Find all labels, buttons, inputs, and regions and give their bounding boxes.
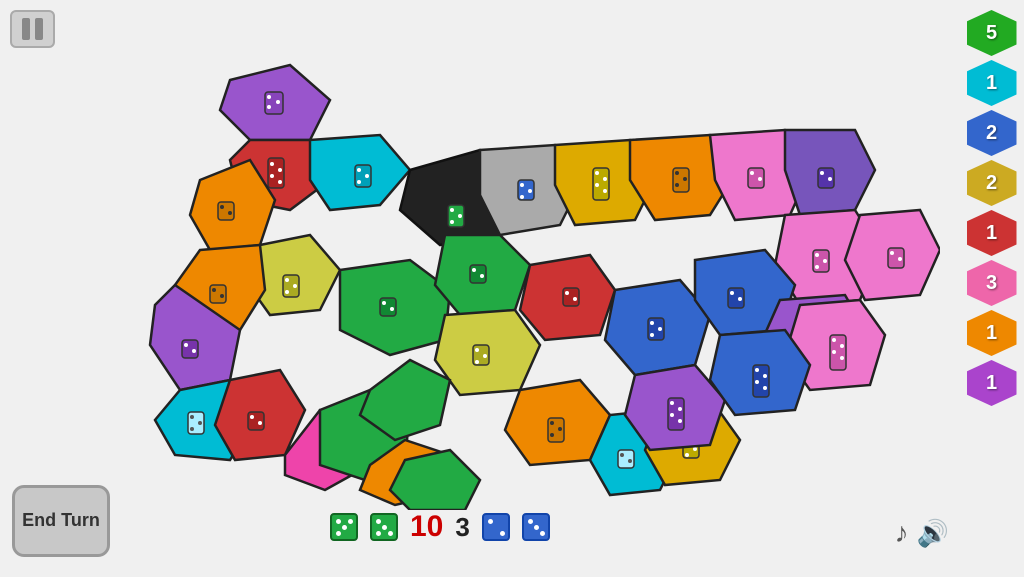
player-score-4: 2 xyxy=(967,160,1017,206)
end-turn-label: End Turn xyxy=(22,510,100,532)
blue-dice-2 xyxy=(522,513,550,541)
player-score-1: 5 xyxy=(967,10,1017,56)
player-score-3: 2 xyxy=(967,110,1017,156)
separator-count: 3 xyxy=(455,512,469,543)
sound-controls[interactable]: ♪ 🔊 xyxy=(895,517,949,549)
player-score-8: 1 xyxy=(967,360,1017,406)
sound-icon[interactable]: 🔊 xyxy=(917,518,949,549)
green-dice-2 xyxy=(370,513,398,541)
end-turn-button[interactable]: End Turn xyxy=(12,485,110,557)
green-dice-1 xyxy=(330,513,358,541)
blue-dice-1 xyxy=(482,513,510,541)
player-score-2: 1 xyxy=(967,60,1017,106)
pause-bar-right xyxy=(35,18,43,40)
green-score: 10 xyxy=(410,510,443,544)
status-bar: 10 3 xyxy=(330,497,904,557)
player-score-6: 3 xyxy=(967,260,1017,306)
player-score-7: 1 xyxy=(967,310,1017,356)
game-board xyxy=(100,50,940,510)
player-score-5: 1 xyxy=(967,210,1017,256)
music-note-icon[interactable]: ♪ xyxy=(895,517,909,549)
pause-button[interactable] xyxy=(10,10,55,48)
pause-bar-left xyxy=(22,18,30,40)
player-score-sidebar: 5 1 2 2 1 3 1 1 xyxy=(964,10,1019,406)
